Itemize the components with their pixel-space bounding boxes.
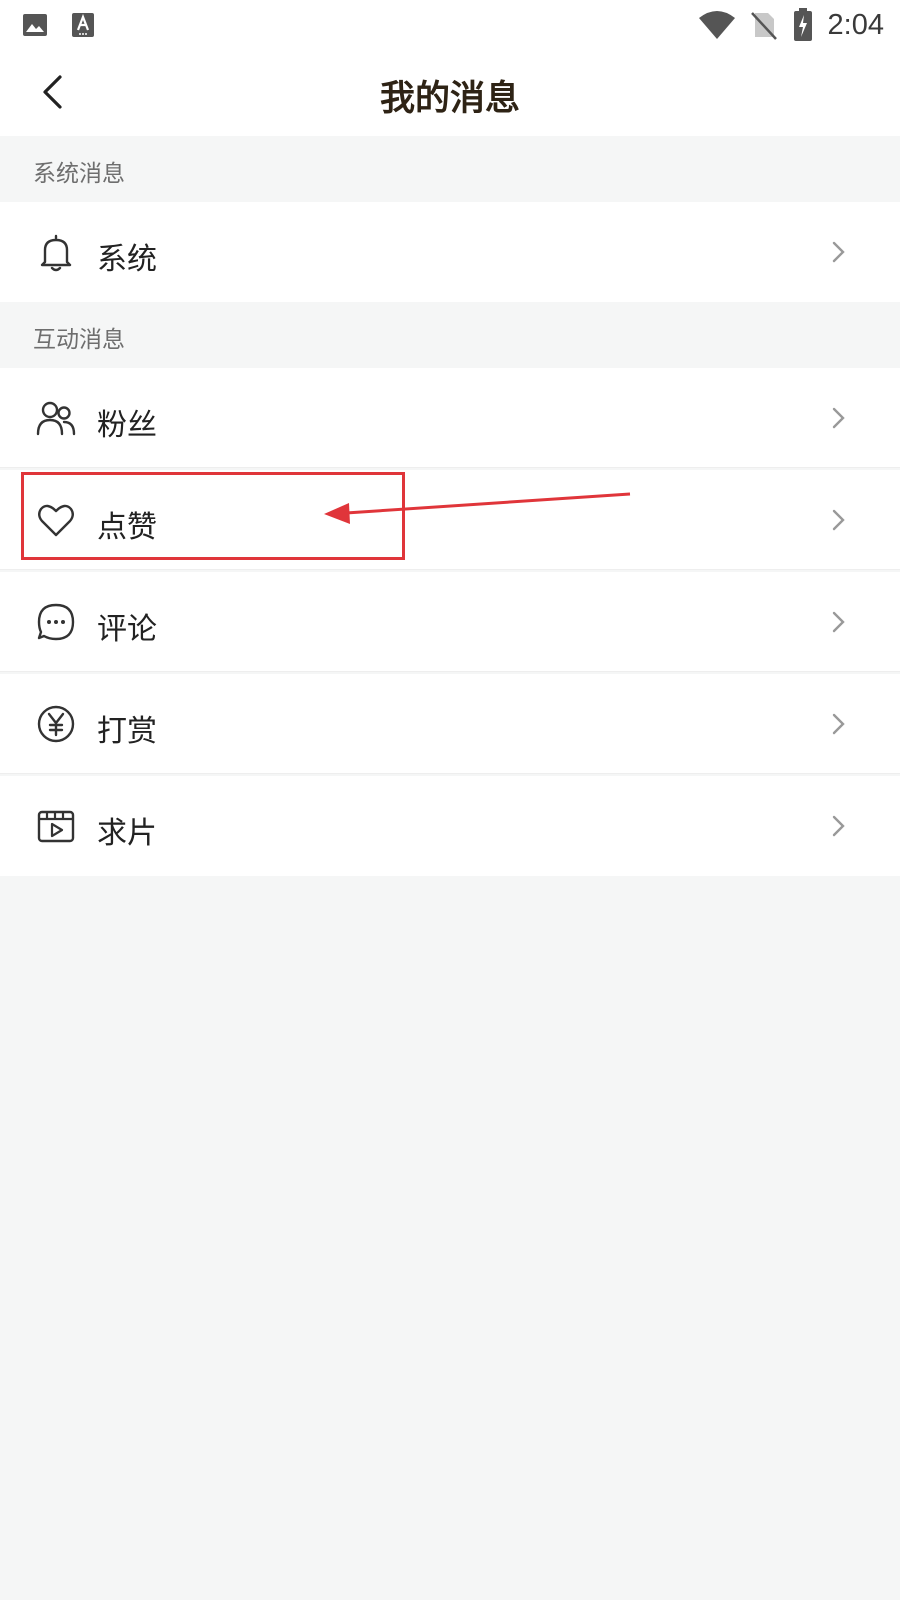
app-screen: 2:04 我的消息 系统消息 系统 互动消息 粉丝 点赞 评论 打赏 求片 <box>0 0 900 1600</box>
status-time: 2:04 <box>827 8 884 41</box>
image-icon <box>23 14 47 36</box>
list-item-system[interactable]: 系统 <box>0 202 900 302</box>
list-item-rewards[interactable]: 打赏 <box>0 674 900 774</box>
battery-charging-icon <box>793 8 812 41</box>
chevron-right-icon <box>832 509 845 531</box>
app-header: 我的消息 <box>0 48 900 136</box>
chevron-right-icon <box>832 815 845 837</box>
status-bar: 2:04 <box>0 0 900 48</box>
section-header-interaction: 互动消息 <box>0 302 900 368</box>
comment-icon <box>37 603 75 641</box>
no-sim-icon <box>750 12 777 40</box>
a-text-icon <box>72 13 94 37</box>
annotation-highlight-box <box>21 472 405 560</box>
fans-icon <box>36 401 76 436</box>
yen-coin-icon <box>37 705 75 743</box>
item-label: 粉丝 <box>97 408 157 443</box>
chevron-right-icon <box>832 407 845 429</box>
section-header-system: 系统消息 <box>0 136 900 202</box>
section-title: 互动消息 <box>33 327 125 353</box>
item-label: 打赏 <box>97 714 157 749</box>
list-item-requests[interactable]: 求片 <box>0 776 900 876</box>
list-item-fans[interactable]: 粉丝 <box>0 368 900 468</box>
page-title: 我的消息 <box>379 79 520 119</box>
item-label: 系统 <box>97 242 157 277</box>
list-item-comments[interactable]: 评论 <box>0 572 900 672</box>
bell-icon <box>40 234 72 272</box>
chevron-right-icon <box>832 611 845 633</box>
chevron-right-icon <box>832 241 845 263</box>
item-label: 评论 <box>97 612 157 647</box>
video-clapper-icon <box>37 810 75 843</box>
item-label: 求片 <box>97 816 157 851</box>
chevron-right-icon <box>832 713 845 735</box>
section-title: 系统消息 <box>33 161 125 187</box>
wifi-icon <box>698 11 735 39</box>
